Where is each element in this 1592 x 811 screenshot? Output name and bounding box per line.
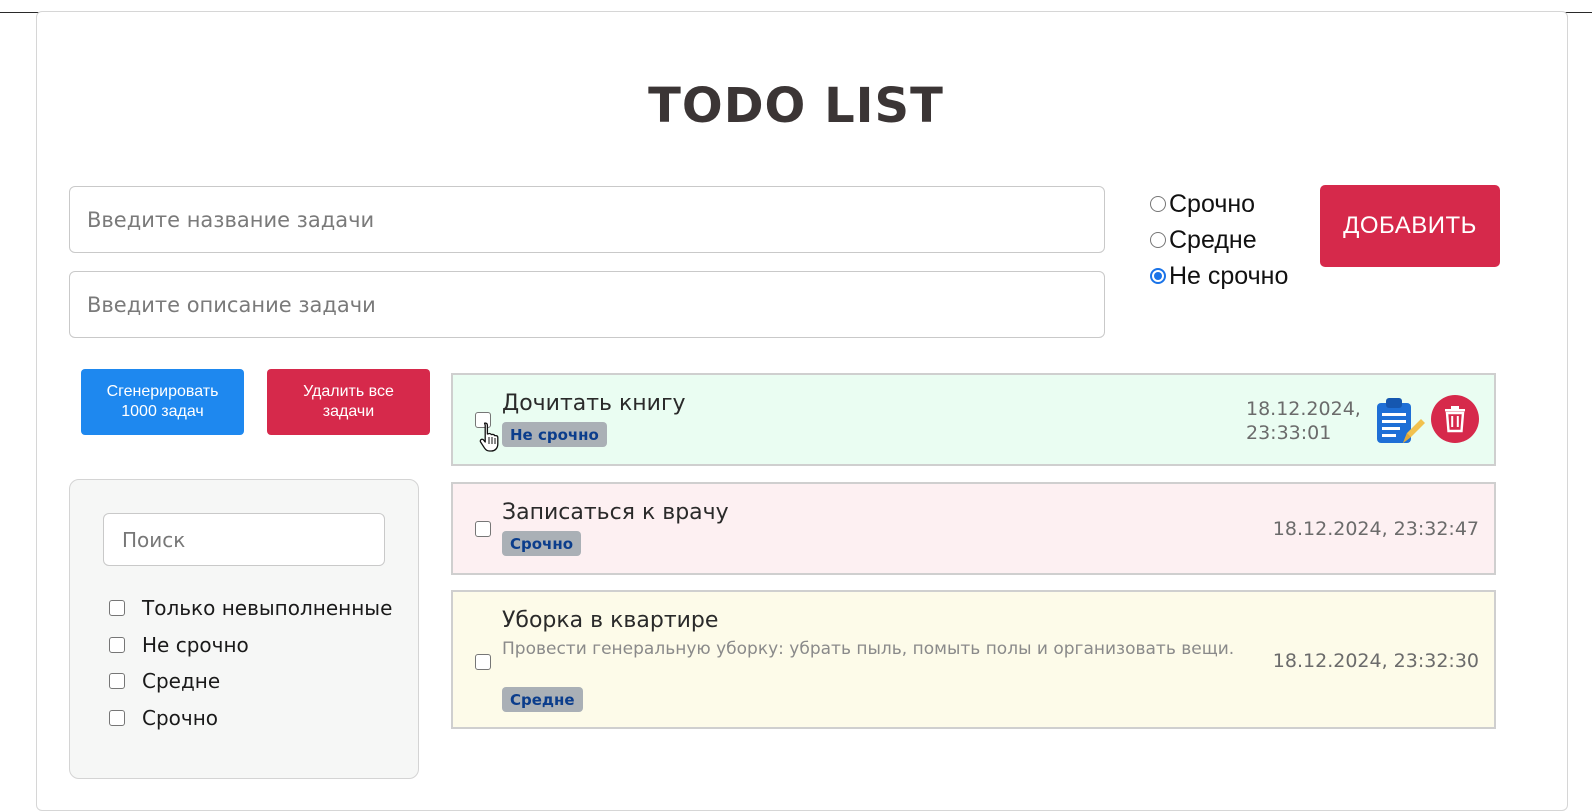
task-description-input[interactable] — [69, 271, 1105, 338]
task-title: Записаться к врачу — [502, 500, 729, 525]
task-done-checkbox[interactable] — [475, 521, 491, 537]
task-title: Уборка в квартире — [502, 608, 719, 633]
radio-not-urgent[interactable] — [1150, 268, 1166, 284]
delete-all-button[interactable]: Удалить все задачи — [267, 369, 430, 435]
task-item[interactable]: Записаться к врачу Срочно 18.12.2024, 23… — [451, 482, 1496, 575]
filter-medium[interactable]: Средне — [109, 663, 392, 700]
filter-label: Срочно — [142, 705, 219, 730]
radio-medium[interactable] — [1150, 232, 1166, 248]
filter-panel: Только невыполненные Не срочно Средне Ср… — [69, 479, 419, 779]
task-date: 18.12.2024, 23:33:01 — [1246, 398, 1361, 444]
radio-urgent[interactable] — [1150, 196, 1166, 212]
filter-only-unfinished[interactable]: Только невыполненные — [109, 590, 392, 627]
filter-list: Только невыполненные Не срочно Средне Ср… — [109, 590, 392, 736]
filter-label: Только невыполненные — [142, 596, 393, 621]
add-task-button[interactable]: ДОБАВИТЬ — [1320, 185, 1500, 267]
task-item[interactable]: Уборка в квартире Провести генеральную у… — [451, 590, 1496, 729]
task-description: Провести генеральную уборку: убрать пыль… — [502, 639, 1235, 659]
hand-pointer-icon — [479, 422, 499, 452]
task-date: 18.12.2024, 23:32:47 — [1272, 518, 1479, 540]
priority-radio-group: Срочно Средне Не срочно — [1150, 186, 1288, 294]
filter-label: Средне — [142, 669, 221, 694]
task-title: Дочитать книгу — [502, 391, 686, 416]
task-title-input[interactable] — [69, 186, 1105, 253]
priority-option-not-urgent[interactable]: Не срочно — [1150, 258, 1288, 294]
trash-icon[interactable] — [1431, 395, 1479, 443]
priority-option-label: Срочно — [1169, 189, 1256, 218]
priority-badge: Средне — [502, 687, 583, 712]
task-done-checkbox[interactable] — [475, 654, 491, 670]
clipboard-pencil-icon[interactable] — [1373, 395, 1425, 447]
priority-option-label: Средне — [1169, 225, 1257, 254]
task-date: 18.12.2024, 23:32:30 — [1272, 650, 1479, 672]
generate-tasks-button[interactable]: Сгенерировать 1000 задач — [81, 369, 244, 435]
checkbox[interactable] — [109, 673, 125, 690]
checkbox[interactable] — [109, 636, 125, 653]
priority-badge: Срочно — [502, 531, 582, 556]
checkbox[interactable] — [109, 709, 125, 726]
priority-option-urgent[interactable]: Срочно — [1150, 186, 1288, 222]
filter-label: Не срочно — [142, 632, 249, 657]
filter-urgent[interactable]: Срочно — [109, 700, 392, 737]
priority-option-label: Не срочно — [1169, 261, 1289, 290]
priority-option-medium[interactable]: Средне — [1150, 222, 1288, 258]
task-item[interactable]: Дочитать книгу Не срочно 18.12.2024, 23:… — [451, 373, 1496, 466]
filter-not-urgent[interactable]: Не срочно — [109, 627, 392, 664]
checkbox[interactable] — [109, 600, 125, 617]
page-title: TODO LIST — [648, 78, 944, 134]
priority-badge: Не срочно — [502, 422, 607, 447]
search-input[interactable] — [103, 513, 385, 566]
